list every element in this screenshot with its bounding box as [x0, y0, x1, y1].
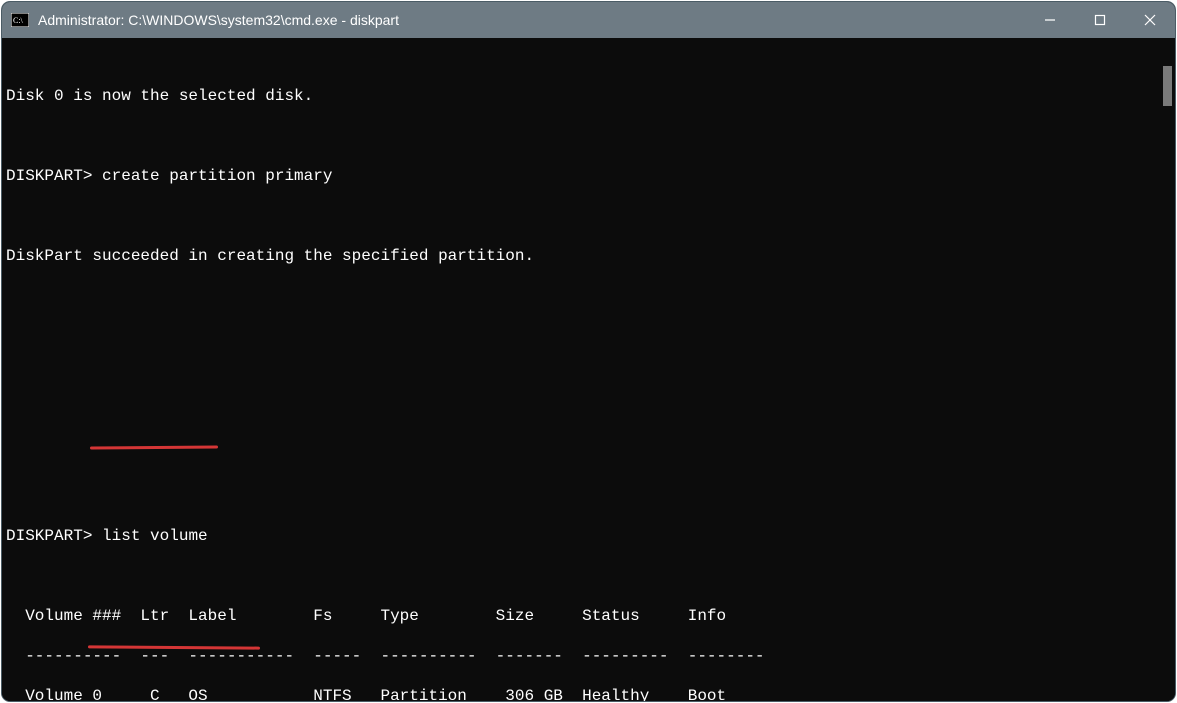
minimize-button[interactable] — [1025, 2, 1075, 38]
titlebar[interactable]: C:\ Administrator: C:\WINDOWS\system32\c… — [2, 2, 1175, 38]
cmd-window: C:\ Administrator: C:\WINDOWS\system32\c… — [2, 2, 1175, 701]
close-button[interactable] — [1125, 2, 1175, 38]
terminal-output[interactable]: Disk 0 is now the selected disk. DISKPAR… — [2, 38, 1159, 701]
prompt-line: DISKPART> list volume — [6, 526, 1155, 546]
table-row: Volume 0 C OS NTFS Partition 306 GB Heal… — [6, 686, 1155, 701]
svg-text:C:\: C:\ — [13, 16, 24, 25]
output-line: DiskPart succeeded in creating the speci… — [6, 246, 1155, 266]
scrollbar[interactable] — [1159, 38, 1175, 701]
prompt-line: DISKPART> create partition primary — [6, 166, 1155, 186]
window-title: Administrator: C:\WINDOWS\system32\cmd.e… — [38, 12, 399, 28]
maximize-button[interactable] — [1075, 2, 1125, 38]
cmd-icon: C:\ — [11, 12, 29, 28]
table-header: Volume ### Ltr Label Fs Type Size Status… — [6, 606, 1155, 626]
output-line: Disk 0 is now the selected disk. — [6, 86, 1155, 106]
scrollbar-thumb[interactable] — [1163, 66, 1172, 106]
